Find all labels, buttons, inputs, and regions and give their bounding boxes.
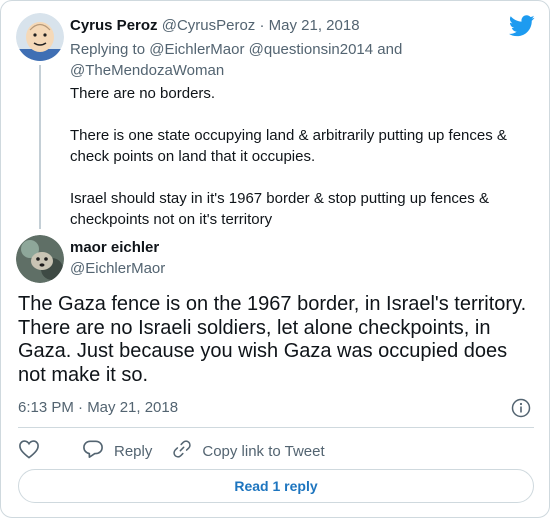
tweet-actions: Reply Copy link to Tweet [18,439,345,463]
read-replies-button[interactable]: Read 1 reply [18,469,534,503]
link-icon [172,439,202,463]
reply-label: Reply [114,442,153,460]
reply-paragraph: There is one state occupying land & arbi… [70,127,507,165]
heart-icon [18,439,50,463]
reply-paragraph: Israel should stay in it's 1967 border &… [70,190,489,228]
maor-avatar[interactable] [16,235,64,283]
copy-link-button[interactable]: Copy link to Tweet [172,439,325,463]
embedded-tweet-card: Cyrus Peroz @CyrusPeroz · May 21, 2018 R… [0,0,550,518]
cyrus-avatar[interactable] [16,13,64,61]
reply-date[interactable]: May 21, 2018 [269,17,360,34]
reply-author-row: Cyrus Peroz @CyrusPeroz · May 21, 2018 [70,17,360,34]
reply-tweet-text: There are no borders. There is one state… [70,83,520,251]
reply-paragraph: There are no borders. [70,85,216,102]
main-author-name[interactable]: maor eichler [70,239,159,256]
reply-bubble-icon [82,439,114,463]
copy-link-label: Copy link to Tweet [202,442,325,460]
main-tweet-timestamp[interactable]: 6:13 PM · May 21, 2018 [18,399,178,416]
replying-prefix: Replying to [70,41,146,58]
reply-button[interactable]: Reply [82,439,152,463]
thread-connector-line [39,65,41,229]
like-button[interactable] [18,439,50,463]
reply-author-handle[interactable]: @CyrusPeroz [162,17,256,34]
twitter-bird-icon[interactable] [508,15,535,37]
reply-author-name[interactable]: Cyrus Peroz [70,17,158,34]
replying-to-line: Replying to @EichlerMaor @questionsin201… [70,39,490,81]
separator-dot: · [255,17,269,34]
divider [18,427,534,428]
main-tweet-text: The Gaza fence is on the 1967 border, in… [18,293,527,386]
info-icon[interactable] [511,398,533,420]
main-author-handle[interactable]: @EichlerMaor [70,260,165,277]
